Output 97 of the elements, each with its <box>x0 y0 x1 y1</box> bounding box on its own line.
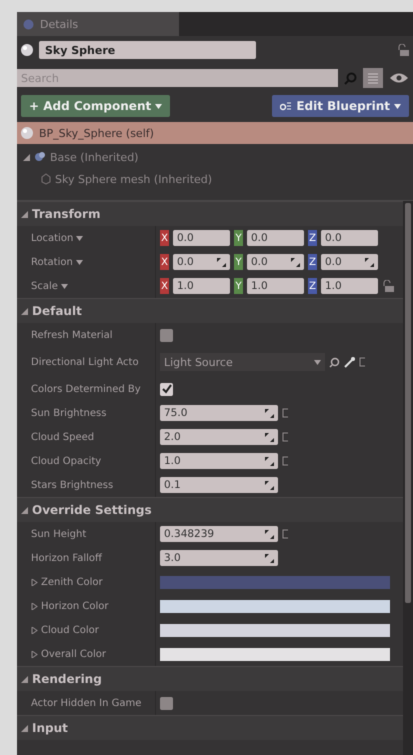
section-header[interactable]: Rendering <box>17 666 403 691</box>
caret-icon[interactable] <box>76 260 83 264</box>
property-label: Cloud Opacity <box>30 456 102 466</box>
property-label: Scale <box>17 280 155 292</box>
number-field[interactable]: 1.0 <box>160 453 278 469</box>
property-label: Cloud Color <box>17 624 155 636</box>
property-label: Horizon Color <box>17 600 155 612</box>
axis-label: Y <box>234 254 243 270</box>
checkbox[interactable] <box>160 696 173 710</box>
property-label: Stars Brightness <box>30 480 114 490</box>
checkbox[interactable] <box>160 382 173 396</box>
section-header[interactable]: Default <box>17 298 403 323</box>
component-icon <box>34 151 46 163</box>
edit-blueprint-button[interactable]: Edit Blueprint <box>272 95 409 117</box>
object-dropdown[interactable]: Light Source <box>160 353 325 371</box>
number-field[interactable]: 1.0 <box>247 278 304 294</box>
component-name[interactable]: Sky Sphere mesh (Inherited) <box>55 172 212 186</box>
property-label: Actor Hidden In Game <box>30 698 142 708</box>
spinner-icon[interactable] <box>291 258 300 266</box>
spinner-icon[interactable] <box>265 554 274 562</box>
caret-icon[interactable] <box>76 236 84 240</box>
expanded-arrow-icon[interactable] <box>23 154 30 160</box>
axis-label: X <box>160 254 169 270</box>
spinner-icon[interactable] <box>265 408 274 418</box>
number-field[interactable]: 1.0 <box>173 278 230 294</box>
property-label: Sun Height <box>30 528 88 540</box>
collapsed-arrow-icon[interactable] <box>31 650 38 658</box>
collapsed-arrow-icon[interactable] <box>31 602 38 610</box>
number-field[interactable]: 0.0 <box>247 254 304 270</box>
eyedropper-icon[interactable] <box>344 356 355 368</box>
property-label: Directional Light Acto <box>30 356 140 368</box>
section-header[interactable]: Input <box>17 715 403 740</box>
expanded-arrow-icon[interactable] <box>21 676 28 682</box>
color-swatch[interactable] <box>160 576 390 588</box>
number-field[interactable]: 0.0 <box>321 254 378 270</box>
sphere-icon <box>21 127 33 139</box>
section-header[interactable]: Transform <box>17 201 403 226</box>
lock-icon[interactable] <box>397 44 409 56</box>
sphere-icon <box>21 44 33 56</box>
collapsed-arrow-icon[interactable] <box>31 578 38 586</box>
property-label: Refresh Material <box>30 330 114 340</box>
section-header[interactable]: Override Settings <box>17 497 403 522</box>
eye-icon[interactable] <box>389 72 409 84</box>
number-field[interactable]: 0.348239 <box>160 526 278 542</box>
caret-icon[interactable] <box>155 104 162 108</box>
add-component-button[interactable]: + Add Component <box>21 95 170 117</box>
spinner-icon[interactable] <box>265 432 274 442</box>
number-field[interactable]: 3.0 <box>160 550 278 566</box>
property-label: Zenith Color <box>17 576 155 588</box>
axis-label: Z <box>308 230 317 246</box>
color-swatch[interactable] <box>160 600 390 612</box>
spinner-icon[interactable] <box>265 530 274 538</box>
property-label: Location <box>17 232 155 244</box>
caret-icon[interactable] <box>394 104 401 108</box>
property-label: Horizon Falloff <box>30 552 104 564</box>
spinner-icon[interactable] <box>265 480 274 490</box>
expanded-arrow-icon[interactable] <box>21 308 28 314</box>
axis-label: Z <box>308 278 317 294</box>
collapsed-arrow-icon[interactable] <box>31 626 38 634</box>
expanded-arrow-icon[interactable] <box>21 724 28 732</box>
spinner-icon[interactable] <box>265 456 274 466</box>
axis-label: Y <box>234 278 243 294</box>
number-field[interactable]: 2.0 <box>160 429 278 445</box>
axis-label: X <box>160 278 169 294</box>
expanded-arrow-icon[interactable] <box>21 506 28 514</box>
caret-icon[interactable] <box>314 360 321 364</box>
caret-icon[interactable] <box>60 284 68 288</box>
spinner-icon[interactable] <box>217 258 226 266</box>
mesh-icon <box>41 173 51 185</box>
scrollbar[interactable] <box>403 201 413 755</box>
axis-label: Z <box>308 254 317 270</box>
axis-label: Y <box>234 230 243 246</box>
number-field[interactable]: 0.0 <box>173 230 230 246</box>
number-field[interactable]: 0.0 <box>247 230 304 246</box>
property-label: Cloud Speed <box>30 432 96 442</box>
number-field[interactable]: 0.0 <box>173 254 230 270</box>
color-swatch[interactable] <box>160 648 390 660</box>
property-label: Sun Brightness <box>30 408 108 418</box>
checkbox[interactable] <box>160 328 173 342</box>
spinner-icon[interactable] <box>365 258 374 266</box>
property-label: Overall Color <box>17 648 155 660</box>
expanded-arrow-icon[interactable] <box>21 210 28 218</box>
lock-icon[interactable] <box>382 280 394 292</box>
axis-label: X <box>160 230 169 246</box>
component-name[interactable]: Base (Inherited) <box>50 150 138 164</box>
color-swatch[interactable] <box>160 624 390 636</box>
number-field[interactable]: 0.0 <box>321 230 378 246</box>
actor-name-field[interactable]: Sky Sphere <box>39 41 256 59</box>
blueprint-icon <box>280 101 292 111</box>
search-icon[interactable] <box>329 356 340 368</box>
property-label: Colors Determined By <box>30 384 142 394</box>
info-icon <box>23 18 34 30</box>
number-field[interactable]: 75.0 <box>160 405 278 421</box>
number-field[interactable]: 0.1 <box>160 477 278 493</box>
number-field[interactable]: 1.0 <box>321 278 378 294</box>
self-component-row[interactable]: BP_Sky_Sphere (self) <box>17 122 413 144</box>
property-label: Rotation <box>17 256 155 268</box>
